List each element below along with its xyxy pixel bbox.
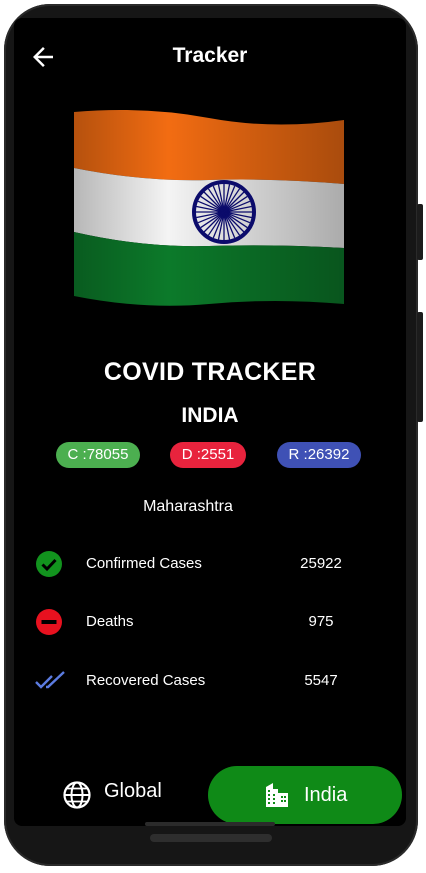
speaker-grille xyxy=(145,822,275,826)
volume-button xyxy=(417,204,423,260)
app-screen: Tracker COVID TRACKER INDIA C:78055 D:… xyxy=(14,18,406,826)
globe-icon xyxy=(62,780,92,810)
app-bar: Tracker xyxy=(14,18,406,96)
nav-india-label: India xyxy=(304,784,348,806)
stat-value: 5547 xyxy=(304,672,338,689)
stat-row-recovered: Recovered Cases 5547 xyxy=(14,661,406,701)
stat-label: Confirmed Cases xyxy=(86,555,202,572)
check-circle-icon xyxy=(35,550,63,578)
country-name: INDIA xyxy=(181,404,239,427)
state-name: Maharashtra xyxy=(143,498,233,515)
stat-row-deaths: Deaths 975 xyxy=(14,602,406,642)
nav-global-label: Global xyxy=(104,780,162,802)
stat-label: Recovered Cases xyxy=(86,672,206,689)
india-flag-image xyxy=(74,108,344,308)
buildings-icon xyxy=(264,782,290,808)
minus-circle-icon xyxy=(35,608,63,636)
stat-value: 25922 xyxy=(300,555,342,572)
nav-global[interactable]: Global xyxy=(58,770,188,814)
home-indicator xyxy=(150,834,272,842)
deaths-count-badge: D :2551 xyxy=(170,442,246,468)
stat-label: Deaths xyxy=(86,613,134,630)
power-button xyxy=(417,312,423,422)
confirmed-count-badge: C :78055 xyxy=(56,442,140,468)
double-check-icon xyxy=(35,667,65,695)
app-title: Tracker xyxy=(172,44,248,67)
bottom-navigation: Global India xyxy=(14,758,406,826)
recovered-count-badge: R :26392 xyxy=(277,442,361,468)
stat-value: 975 xyxy=(308,613,334,630)
stat-row-confirmed: Confirmed Cases 25922 xyxy=(14,544,406,584)
nav-india[interactable]: India xyxy=(208,766,402,824)
page-heading: COVID TRACKER xyxy=(103,358,317,386)
